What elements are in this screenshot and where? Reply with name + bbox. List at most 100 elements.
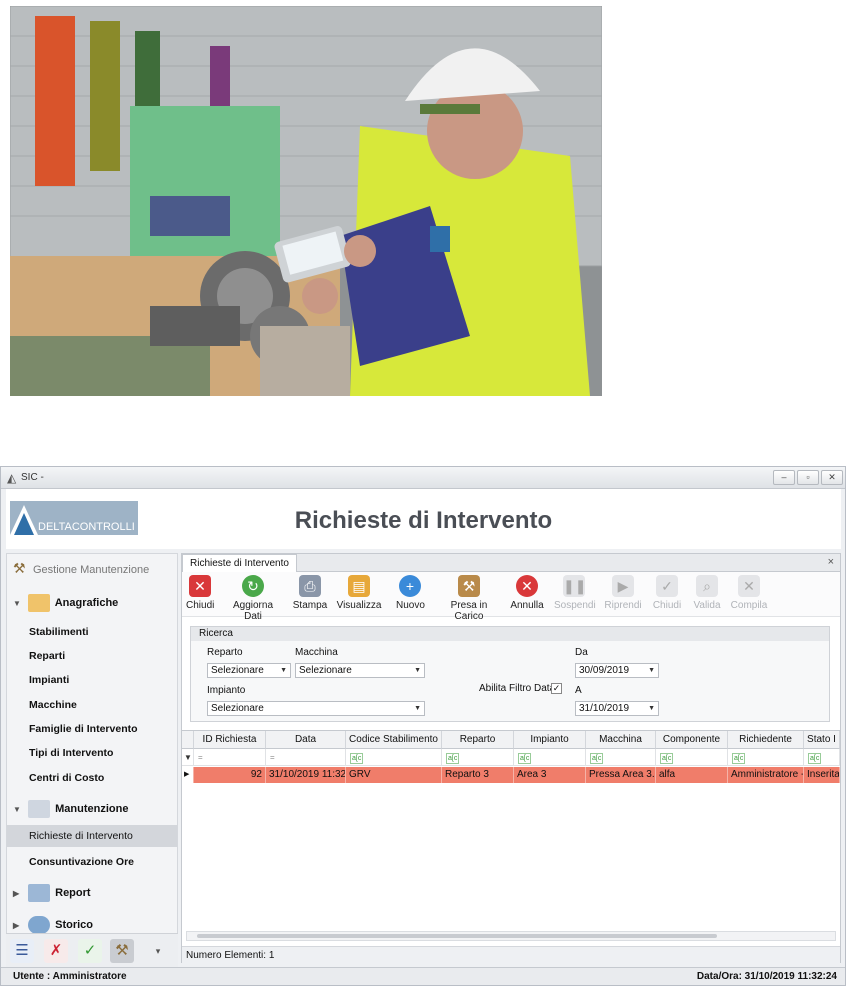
- column-header[interactable]: Reparto: [442, 731, 514, 749]
- horizontal-scrollbar[interactable]: [186, 931, 836, 941]
- current-user: Utente : Amministratore: [13, 971, 127, 982]
- sidebar-item-famiglie[interactable]: Famiglie di Intervento: [29, 723, 138, 735]
- filter-cell[interactable]: a[c: [656, 749, 728, 766]
- contains-filter-icon: a[c: [446, 753, 460, 764]
- chevron-down-icon: ▼: [648, 705, 655, 712]
- filter-cell[interactable]: a[c: [346, 749, 442, 766]
- sidebar-item-richieste[interactable]: Richieste di Intervento: [7, 825, 177, 847]
- group-report[interactable]: ▶ Report: [13, 884, 91, 902]
- scrollbar-thumb[interactable]: [197, 934, 717, 938]
- document-icon: ✕: [738, 575, 760, 597]
- table-cell[interactable]: Amministratore -: [728, 767, 804, 783]
- visualizza-button[interactable]: ▤ Visualizza: [336, 575, 382, 611]
- sidebar-item-tipi[interactable]: Tipi di Intervento: [29, 747, 113, 759]
- group-anagrafiche[interactable]: ▼ Anagrafiche: [13, 594, 118, 612]
- checklist-icon[interactable]: ✗: [44, 939, 68, 963]
- validate-icon: ⌕: [696, 575, 718, 597]
- sidebar-item-impianti[interactable]: Impianti: [29, 674, 69, 686]
- aggiorna-dati-button[interactable]: ↻ Aggiorna Dati: [224, 575, 282, 622]
- tab-close-icon[interactable]: ×: [828, 556, 834, 568]
- chiudi-disabled-button[interactable]: ✓ Chiudi: [652, 575, 682, 611]
- print-icon: ⎙: [299, 575, 321, 597]
- column-header[interactable]: Codice Stabilimento: [346, 731, 442, 749]
- search-panel: Ricerca Reparto Selezionare ▼ Macchina Se…: [190, 626, 830, 722]
- minimize-button[interactable]: –: [773, 470, 795, 485]
- filter-cell[interactable]: =: [266, 749, 346, 766]
- impianto-select[interactable]: Selezionare ▼: [207, 701, 425, 716]
- tools-module-icon[interactable]: ⚒: [110, 939, 134, 963]
- approved-doc-icon[interactable]: ✓: [78, 939, 102, 963]
- sidebar-module-bar: ☰ ✗ ✓ ⚒ ▾: [6, 933, 178, 967]
- a-date-picker[interactable]: 31/10/2019 ▼: [575, 701, 659, 716]
- tab-richieste[interactable]: Richieste di Intervento: [182, 554, 297, 573]
- column-header[interactable]: Macchina: [586, 731, 656, 749]
- count-label: Numero Elementi:: [186, 950, 267, 961]
- filter-cell[interactable]: a[c: [804, 749, 840, 766]
- sidebar-item-reparti[interactable]: Reparti: [29, 650, 65, 662]
- column-header[interactable]: Componente: [656, 731, 728, 749]
- page-title: Richieste di Intervento: [294, 507, 553, 534]
- expand-arrow-icon: ▼: [13, 804, 21, 814]
- filter-cell[interactable]: a[c: [586, 749, 656, 766]
- chevron-down-icon: ▼: [648, 667, 655, 674]
- group-storico[interactable]: ▶ Storico: [13, 916, 93, 934]
- filter-cell[interactable]: =: [194, 749, 266, 766]
- table-cell[interactable]: GRV: [346, 767, 442, 783]
- riprendi-button[interactable]: ▶ Riprendi: [604, 575, 642, 611]
- contains-filter-icon: a[c: [808, 753, 822, 764]
- close-window-button[interactable]: ✕: [821, 470, 843, 485]
- grid-footer: Numero Elementi: 1: [182, 946, 840, 963]
- tools-icon: ⚒: [13, 560, 26, 576]
- macchina-label: Macchina: [295, 647, 338, 658]
- sidebar-item-centri[interactable]: Centri di Costo: [29, 772, 104, 784]
- sidebar-item-stabilimenti[interactable]: Stabilimenti: [29, 626, 89, 638]
- table-cell[interactable]: Area 3: [514, 767, 586, 783]
- stampa-button[interactable]: ⎙ Stampa: [292, 575, 328, 611]
- table-cell[interactable]: 31/10/2019 11:32: [266, 767, 346, 783]
- table-cell[interactable]: Pressa Area 3.1: [586, 767, 656, 783]
- group-label: Anagrafiche: [54, 596, 119, 609]
- title-bar: ◭ SIC - – ▫ ✕: [1, 467, 845, 489]
- chiudi-button[interactable]: ✕ Chiudi: [186, 575, 214, 611]
- column-header[interactable]: ID Richiesta: [194, 731, 266, 749]
- sidebar-item-consuntivazione[interactable]: Consuntivazione Ore: [29, 856, 134, 868]
- filter-cell[interactable]: a[c: [728, 749, 804, 766]
- filtro-data-label: Abilita Filtro Data: [479, 683, 556, 694]
- list-icon[interactable]: ☰: [10, 939, 34, 963]
- da-date-picker[interactable]: 30/09/2019 ▼: [575, 663, 659, 678]
- macchina-select[interactable]: Selezionare ▼: [295, 663, 425, 678]
- clipboard-icon: ✓: [656, 575, 678, 597]
- table-cell[interactable]: alfa: [656, 767, 728, 783]
- column-header[interactable]: Richiedente: [728, 731, 804, 749]
- nuovo-button[interactable]: + Nuovo: [396, 575, 425, 611]
- table-cell[interactable]: 92: [194, 767, 266, 783]
- presa-in-carico-button[interactable]: ⚒ Presa in Carico: [436, 575, 502, 622]
- annulla-button[interactable]: ✕ Annulla: [510, 575, 544, 611]
- compila-button[interactable]: ✕ Compila: [730, 575, 768, 611]
- impianto-label: Impianto: [207, 685, 246, 696]
- more-dropdown-icon[interactable]: ▾: [146, 939, 170, 963]
- expand-arrow-icon: ▼: [13, 598, 21, 608]
- filtro-data-checkbox[interactable]: ✓: [551, 683, 562, 694]
- current-datetime: Data/Ora: 31/10/2019 11:32:24: [696, 971, 837, 982]
- main-panel: Richieste di Intervento × ✕ Chiudi ↻ Aggio…: [181, 553, 841, 963]
- sidebar-item-macchine[interactable]: Macchine: [29, 699, 77, 711]
- report-icon: [28, 884, 51, 902]
- sidebar: ⚒ Gestione Manutenzione ▼ Anagrafiche Sta…: [6, 553, 178, 963]
- reparto-select[interactable]: Selezionare ▼: [207, 663, 291, 678]
- table-cell[interactable]: Reparto 3: [442, 767, 514, 783]
- column-header[interactable]: Data: [266, 731, 346, 749]
- group-manutenzione[interactable]: ▼ Manutenzione: [13, 800, 128, 818]
- filter-cell[interactable]: a[c: [442, 749, 514, 766]
- sospendi-button[interactable]: ❚❚ Sospendi: [554, 575, 596, 611]
- toolbar: ✕ Chiudi ↻ Aggiorna Dati ⎙ Stampa ▤ Visualiz…: [182, 572, 840, 622]
- row-indicator-header: [182, 731, 194, 749]
- column-header[interactable]: Impianto: [514, 731, 586, 749]
- table-cell[interactable]: Inserita: [804, 767, 840, 783]
- column-header[interactable]: Stato I: [804, 731, 840, 749]
- valida-button[interactable]: ⌕ Valida: [692, 575, 722, 611]
- filter-cell[interactable]: a[c: [514, 749, 586, 766]
- data-grid: ID Richiesta Data Codice Stabilimento Re…: [182, 730, 840, 930]
- maximize-button[interactable]: ▫: [797, 470, 819, 485]
- da-label: Da: [575, 647, 588, 658]
